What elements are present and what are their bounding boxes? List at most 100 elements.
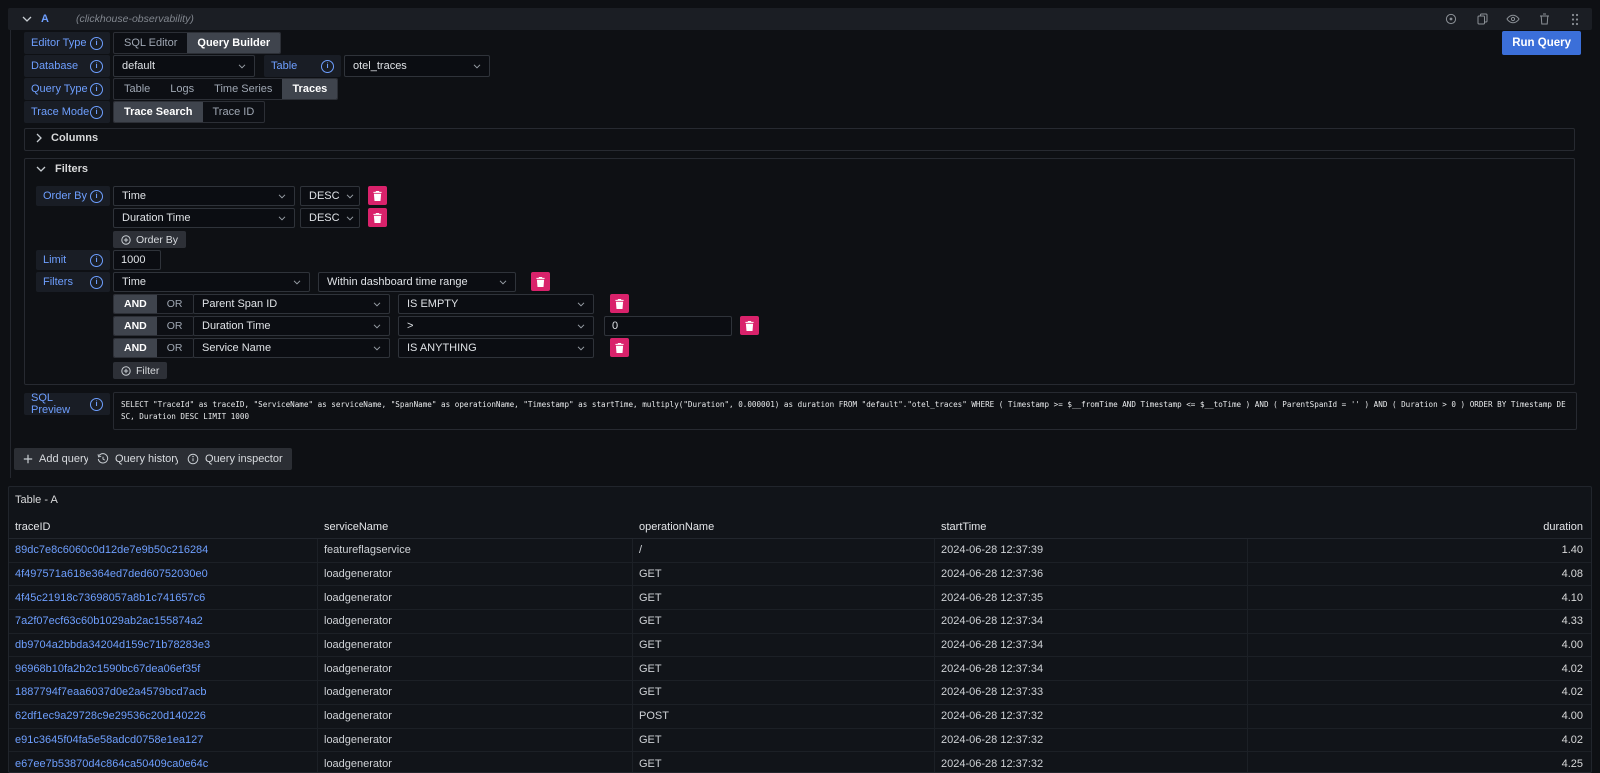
database-select[interactable]: default: [113, 55, 255, 77]
conjunction-or[interactable]: OR: [157, 295, 193, 313]
order-by-direction-select[interactable]: DESC: [300, 208, 360, 228]
filter-operator-select[interactable]: IS ANYTHING: [398, 338, 594, 358]
start-time-cell: 2024-06-28 12:37:33: [935, 681, 1248, 704]
query-type-option-traces[interactable]: Traces: [282, 79, 337, 99]
add-filter-button[interactable]: Filter: [113, 362, 167, 379]
order-by-field-select[interactable]: Time: [113, 186, 295, 206]
info-icon[interactable]: i: [90, 398, 103, 411]
column-header-servicename[interactable]: serviceName: [318, 515, 633, 538]
query-type-option-table[interactable]: Table: [114, 79, 160, 99]
column-header-starttime[interactable]: startTime: [935, 515, 1248, 538]
order-by-label: Order By i: [36, 186, 110, 206]
table-row: 4f45c21918c73698057a8b1c741657c6 loadgen…: [9, 586, 1591, 610]
order-by-direction-select[interactable]: DESC: [300, 186, 360, 206]
start-time-cell: 2024-06-28 12:37:34: [935, 610, 1248, 633]
info-icon[interactable]: i: [90, 83, 103, 96]
trace-id-link[interactable]: 96968b10fa2b2c1590bc67dea06ef35f: [9, 657, 318, 680]
chevron-down-icon: [238, 64, 246, 69]
table-select[interactable]: otel_traces: [344, 55, 490, 77]
trace-mode-option-trace-search[interactable]: Trace Search: [114, 102, 203, 122]
conjunction-or[interactable]: OR: [157, 339, 193, 357]
operation-name-cell: GET: [633, 586, 935, 609]
chevron-down-icon: [577, 346, 585, 351]
trace-id-link[interactable]: 4f45c21918c73698057a8b1c741657c6: [9, 586, 318, 609]
conjunction-and[interactable]: AND: [114, 295, 157, 313]
filter-field-select[interactable]: Duration Time: [193, 316, 390, 336]
sql-preview-label-text: SQL Preview: [31, 392, 90, 416]
results-table: traceID serviceName operationName startT…: [9, 515, 1591, 773]
editor-type-option-query-builder[interactable]: Query Builder: [187, 33, 280, 53]
editor-type-option-sql-editor[interactable]: SQL Editor: [114, 33, 187, 53]
info-icon[interactable]: i: [90, 60, 103, 73]
info-icon[interactable]: i: [90, 37, 103, 50]
drag-handle-icon[interactable]: [1568, 12, 1582, 26]
order-by-field-select[interactable]: Duration Time: [113, 208, 295, 228]
add-query-button[interactable]: Add query: [14, 448, 98, 470]
column-header-operationname[interactable]: operationName: [633, 515, 935, 538]
trace-id-link[interactable]: 89dc7e8c6060c0d12de7e9b50c216284: [9, 539, 318, 562]
conjunction-or[interactable]: OR: [157, 317, 193, 335]
query-row-header[interactable]: A (clickhouse-observability): [8, 8, 1592, 30]
columns-section-toggle[interactable]: Columns: [36, 132, 98, 144]
table-label-text: Table: [271, 60, 297, 72]
query-type-option-time-series[interactable]: Time Series: [204, 79, 282, 99]
trace-id-link[interactable]: db9704a2bbda34204d159c71b78283e3: [9, 634, 318, 657]
info-icon[interactable]: i: [90, 106, 103, 119]
add-query-label: Add query: [39, 453, 89, 465]
filter-field-select[interactable]: Service Name: [193, 338, 390, 358]
trace-id-link[interactable]: e67ee7b53870d4c864ca50409ca0e64c: [9, 752, 318, 773]
filter-value-input[interactable]: [604, 316, 732, 336]
remove-filter-button[interactable]: [610, 294, 629, 313]
remove-order-by-button[interactable]: [368, 186, 387, 205]
conjunction-and[interactable]: AND: [114, 317, 157, 335]
remove-filter-button[interactable]: [531, 272, 550, 291]
run-query-button[interactable]: Run Query: [1502, 31, 1581, 55]
remove-query-trash-icon[interactable]: [1537, 12, 1551, 26]
chevron-down-icon: [473, 64, 481, 69]
filter-field-select[interactable]: Parent Span ID: [193, 294, 390, 314]
query-inspector-button[interactable]: Query inspector: [178, 448, 292, 470]
remove-filter-button[interactable]: [610, 338, 629, 357]
filter-field-select[interactable]: Time: [113, 272, 310, 292]
filter-conjunction-toggle: AND OR: [113, 294, 194, 314]
conjunction-and[interactable]: AND: [114, 339, 157, 357]
add-order-by-button[interactable]: Order By: [113, 231, 186, 248]
panel-title[interactable]: Table - A: [15, 494, 58, 506]
chevron-down-icon: [346, 216, 354, 221]
help-icon[interactable]: [1444, 12, 1458, 26]
query-type-label: Query Type i: [24, 78, 110, 100]
collapse-chevron-icon[interactable]: [22, 16, 32, 22]
query-type-option-logs[interactable]: Logs: [160, 79, 204, 99]
filters-section-toggle[interactable]: Filters: [36, 163, 88, 175]
info-icon[interactable]: i: [90, 190, 103, 203]
chevron-down-icon: [346, 194, 354, 199]
duration-cell: 4.10: [1248, 586, 1591, 609]
filter-operator-value: IS ANYTHING: [407, 342, 477, 354]
info-icon[interactable]: i: [321, 60, 334, 73]
filter-operator-select[interactable]: Within dashboard time range: [318, 272, 516, 292]
trace-mode-option-trace-id[interactable]: Trace ID: [203, 102, 265, 122]
query-editor-left-border: [10, 30, 11, 478]
duplicate-query-icon[interactable]: [1475, 12, 1489, 26]
trace-id-link[interactable]: 4f497571a618e364ed7ded60752030e0: [9, 563, 318, 586]
trace-id-link[interactable]: e91c3645f04fa5e58adcd0758e1ea127: [9, 729, 318, 752]
trace-id-link[interactable]: 1887794f7eaa6037d0e2a4579bcd7acb: [9, 681, 318, 704]
query-history-button[interactable]: Query history: [88, 448, 189, 470]
filter-operator-select[interactable]: IS EMPTY: [398, 294, 594, 314]
trace-id-link[interactable]: 62df1ec9a29728c9e29536c20d140226: [9, 705, 318, 728]
trace-id-link[interactable]: 7a2f07ecf63c60b1029ab2ac155874a2: [9, 610, 318, 633]
filter-operator-select[interactable]: >: [398, 316, 594, 336]
remove-filter-button[interactable]: [740, 316, 759, 335]
info-icon[interactable]: i: [90, 276, 103, 289]
start-time-cell: 2024-06-28 12:37:34: [935, 634, 1248, 657]
plus-circle-icon: [121, 366, 131, 376]
remove-order-by-button[interactable]: [368, 208, 387, 227]
column-header-duration[interactable]: duration: [1248, 515, 1591, 538]
operation-name-cell: POST: [633, 705, 935, 728]
limit-input[interactable]: [113, 250, 161, 270]
hide-query-eye-icon[interactable]: [1506, 12, 1520, 26]
info-icon[interactable]: i: [90, 254, 103, 267]
column-header-traceid[interactable]: traceID: [9, 515, 318, 538]
service-name-cell: loadgenerator: [318, 657, 633, 680]
columns-section: [24, 128, 1575, 151]
